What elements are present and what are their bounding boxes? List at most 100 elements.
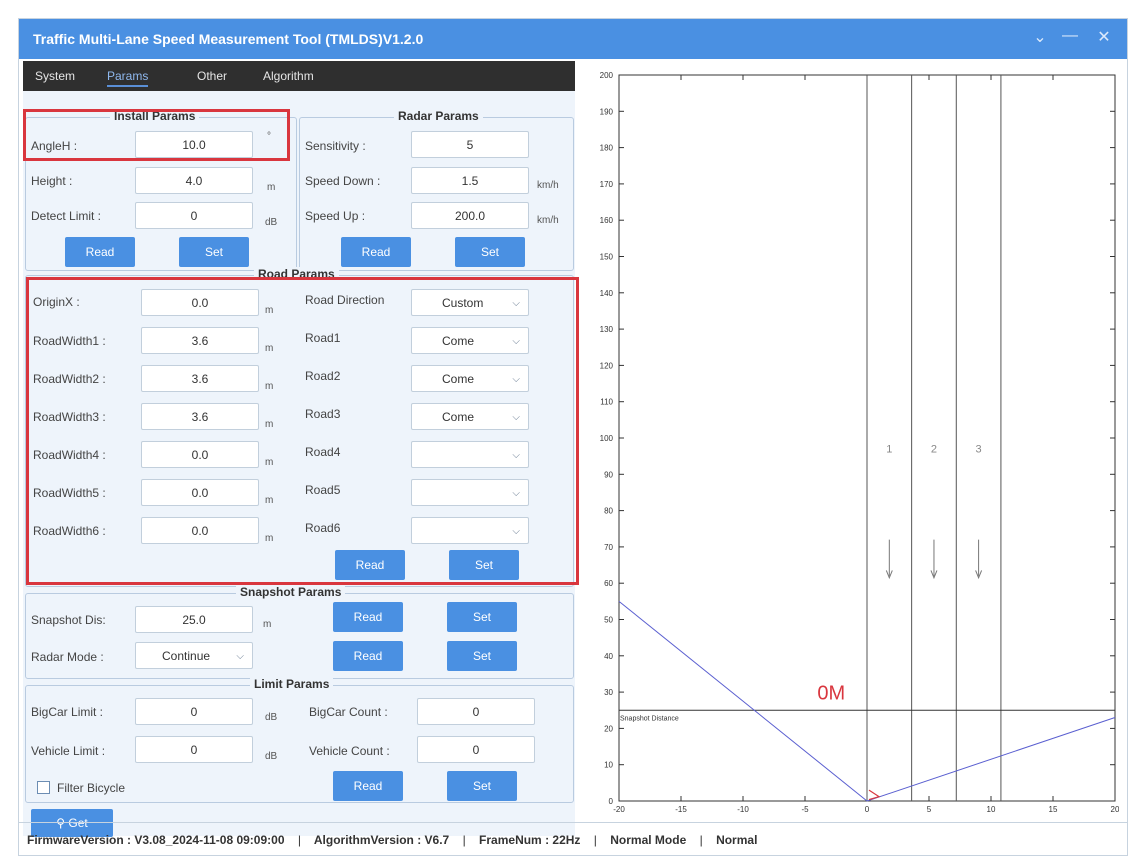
y-tick-label: 200 [600, 71, 614, 80]
x-tick-label: 5 [927, 805, 932, 814]
radar-read-button[interactable]: Read [341, 237, 411, 267]
radar-mode-status: Normal Mode [610, 833, 687, 847]
y-tick-label: 160 [600, 216, 614, 225]
radar-mode-set-button[interactable]: Set [447, 641, 517, 671]
sensitivity-input[interactable]: 5 [411, 131, 529, 158]
speed-up-unit: km/h [537, 215, 559, 226]
y-tick-label: 140 [600, 289, 614, 298]
tab-params[interactable]: Params [107, 69, 149, 87]
detect-limit-input[interactable]: 0 [135, 202, 253, 229]
y-tick-label: 150 [600, 253, 614, 262]
title-bar: Traffic Multi-Lane Speed Measurement Too… [19, 19, 1127, 59]
minimize-icon[interactable]: — [1059, 27, 1081, 45]
vehicle-limit-label: Vehicle Limit : [31, 744, 106, 758]
snapshot-dis-input[interactable]: 25.0 [135, 606, 253, 633]
bigcar-count-input[interactable]: 0 [417, 698, 535, 725]
minimize-chevron-icon[interactable]: ⌄ [1029, 27, 1051, 47]
angle-highlight-box [23, 109, 290, 161]
params-panel: System Params Other Algorithm Install Pa… [23, 61, 579, 837]
y-tick-label: 40 [604, 652, 613, 661]
x-tick-label: -10 [737, 805, 749, 814]
vehicle-limit-unit: dB [265, 751, 278, 762]
limit-params-title: Limit Params [250, 677, 334, 691]
y-tick-label: 80 [604, 507, 613, 516]
y-tick-label: 100 [600, 434, 614, 443]
speed-down-unit: km/h [537, 180, 559, 191]
y-tick-label: 90 [604, 470, 613, 479]
speed-down-input[interactable]: 1.5 [411, 167, 529, 194]
connection-state: Normal [716, 833, 758, 847]
y-tick-label: 70 [604, 543, 613, 552]
radar-mode-select[interactable]: Continue ⌵ [135, 642, 253, 669]
snapshot-set-button[interactable]: Set [447, 602, 517, 632]
radar-mode-read-button[interactable]: Read [333, 641, 403, 671]
lane-chart: 0 10 20 30 40 50 60 70 80 90 100 110 120 130 140 150 160… [579, 61, 1120, 821]
vehicle-limit-input[interactable]: 0 [135, 736, 253, 763]
window-title: Traffic Multi-Lane Speed Measurement Too… [33, 31, 424, 47]
x-tick-label: 15 [1049, 805, 1058, 814]
limit-read-button[interactable]: Read [333, 771, 403, 801]
radar-mode-value: Continue [162, 649, 211, 663]
filter-bicycle-checkbox[interactable] [37, 781, 50, 794]
detect-limit-unit: dB [265, 217, 278, 228]
y-tick-label: 30 [604, 688, 613, 697]
filter-bicycle-label: Filter Bicycle [57, 781, 126, 795]
lane-label: 1 [886, 444, 892, 456]
y-tick-label: 10 [604, 761, 613, 770]
status-separator: | [297, 833, 301, 847]
x-tick-label: 10 [987, 805, 996, 814]
install-read-button[interactable]: Read [65, 237, 135, 267]
bigcar-limit-unit: dB [265, 712, 278, 723]
radar-mode-label: Radar Mode : [31, 650, 104, 664]
bigcar-limit-label: BigCar Limit : [31, 705, 104, 719]
snapshot-params-title: Snapshot Params [236, 585, 346, 599]
lane-chart-svg: 0102030405060708090100110120130140150160… [600, 71, 1120, 814]
y-tick-label: 110 [600, 398, 613, 407]
x-tick-label: -15 [675, 805, 687, 814]
snapshot-distance-label: Snapshot Distance [620, 715, 679, 722]
y-tick-label: 20 [604, 724, 613, 733]
snapshot-dis-label: Snapshot Dis: [31, 613, 106, 627]
radar-set-button[interactable]: Set [455, 237, 525, 267]
speed-up-input[interactable]: 200.0 [411, 202, 529, 229]
y-tick-label: 170 [600, 180, 614, 189]
lane-label: 3 [976, 444, 982, 456]
bigcar-count-label: BigCar Count : [309, 705, 388, 719]
height-unit: m [267, 182, 276, 193]
detect-limit-label: Detect Limit : [31, 209, 102, 223]
x-tick-label: -20 [613, 805, 625, 814]
speed-down-label: Speed Down : [305, 174, 381, 188]
close-icon[interactable]: ✕ [1093, 27, 1115, 47]
algorithm-version: AlgorithmVersion : V6.7 [313, 833, 450, 847]
tab-other[interactable]: Other [197, 69, 227, 83]
vehicle-count-input[interactable]: 0 [417, 736, 535, 763]
chevron-down-icon: ⌵ [236, 651, 244, 662]
radar-params-title: Radar Params [394, 109, 483, 123]
snapshot-read-button[interactable]: Read [333, 602, 403, 632]
firmware-version: FirmwareVersion : V3.08_2024-11-08 09:09… [27, 833, 285, 847]
bigcar-limit-input[interactable]: 0 [135, 698, 253, 725]
lane-label: 2 [931, 444, 937, 456]
speed-up-label: Speed Up : [305, 209, 366, 223]
y-tick-label: 180 [600, 144, 614, 153]
tab-algorithm[interactable]: Algorithm [263, 69, 314, 83]
y-tick-label: 60 [604, 579, 613, 588]
status-bar: FirmwareVersion : V3.08_2024-11-08 09:09… [19, 822, 1127, 856]
height-label: Height : [31, 174, 73, 188]
snapshot-dis-unit: m [263, 619, 272, 630]
road-params-highlight-box [26, 277, 579, 585]
install-set-button[interactable]: Set [179, 237, 249, 267]
vehicle-count-label: Vehicle Count : [309, 744, 390, 758]
y-tick-label: 190 [600, 107, 614, 116]
y-tick-label: 120 [600, 361, 614, 370]
tab-bar: System Params Other Algorithm [23, 61, 575, 91]
height-input[interactable]: 4.0 [135, 167, 253, 194]
status-separator: | [593, 833, 597, 847]
y-tick-label: 50 [604, 616, 613, 625]
frame-num: FrameNum : 22Hz [479, 833, 581, 847]
status-separator: | [462, 833, 466, 847]
status-separator: | [699, 833, 703, 847]
tab-system[interactable]: System [35, 69, 75, 83]
x-tick-label: 20 [1111, 805, 1119, 814]
limit-set-button[interactable]: Set [447, 771, 517, 801]
